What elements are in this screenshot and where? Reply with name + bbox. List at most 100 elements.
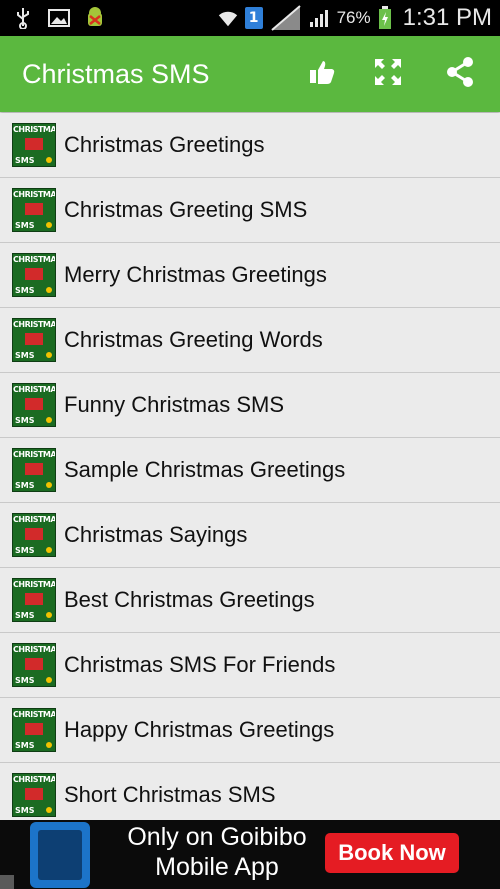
ad-headline: Only on Goibibo Mobile App (122, 822, 312, 882)
thumbnail-top-text: CHRISTMAS (13, 710, 56, 719)
christmas-sms-thumbnail-icon: CHRISTMAS SMS (12, 513, 56, 557)
thumbnail-top-text: CHRISTMAS (13, 385, 56, 394)
list-item[interactable]: CHRISTMAS SMS Christmas Greeting SMS (0, 178, 500, 243)
ornament-icon (46, 742, 52, 748)
thumbnail-top-text: CHRISTMAS (13, 515, 56, 524)
list-item-label: Happy Christmas Greetings (64, 717, 335, 742)
list-item-label: Merry Christmas Greetings (64, 262, 327, 287)
ad-banner[interactable]: Only on Goibibo Mobile App Book Now (0, 820, 500, 889)
thumbs-up-icon (308, 58, 336, 90)
ornament-icon (46, 417, 52, 423)
envelope-icon (25, 398, 43, 410)
christmas-sms-thumbnail-icon: CHRISTMAS SMS (12, 448, 56, 492)
christmas-sms-thumbnail-icon: CHRISTMAS SMS (12, 253, 56, 297)
list-item-label: Sample Christmas Greetings (64, 457, 346, 482)
list-item[interactable]: CHRISTMAS SMS Funny Christmas SMS (0, 373, 500, 438)
christmas-sms-thumbnail-icon: CHRISTMAS SMS (12, 643, 56, 687)
thumbnail-bottom-text: SMS (15, 416, 35, 425)
list-item-label: Best Christmas Greetings (64, 587, 315, 612)
thumbnail-bottom-text: SMS (15, 481, 35, 490)
christmas-sms-thumbnail-icon: CHRISTMAS SMS (12, 383, 56, 427)
clock: 1:31 PM (402, 4, 492, 31)
thumbnail-top-text: CHRISTMAS (13, 255, 56, 264)
sim-icon: 1 (244, 7, 263, 29)
status-bar: 1 76% 1:31 PM (0, 0, 500, 36)
thumbnail-top-text: CHRISTMAS (13, 190, 56, 199)
envelope-icon (25, 788, 43, 800)
thumbnail-top-text: CHRISTMAS (13, 645, 56, 654)
sms-category-list: CHRISTMASSMSChristmas GreetingsCHRISTMAS… (0, 113, 500, 828)
ornament-icon (46, 807, 52, 813)
christmas-sms-thumbnail-icon: CHRISTMAS SMS (12, 578, 56, 622)
envelope-icon (25, 463, 43, 475)
envelope-icon (25, 723, 43, 735)
list-item[interactable]: CHRISTMAS SMS Christmas SMS For Friends (0, 633, 500, 698)
thumbnail-bottom-text: SMS (15, 806, 35, 815)
thumbnail-bottom-text: SMS (15, 676, 35, 685)
list-item-label: Christmas Greeting Words (64, 327, 323, 352)
ad-line-2: Mobile App (155, 853, 279, 881)
list-item[interactable]: CHRISTMAS SMS Merry Christmas Greetings (0, 243, 500, 308)
share-icon (444, 56, 476, 92)
envelope-icon (25, 333, 43, 345)
envelope-icon (25, 658, 43, 670)
list-item[interactable]: CHRISTMAS SMS Best Christmas Greetings (0, 568, 500, 633)
ornament-icon (46, 157, 52, 163)
list-item-label: Christmas Greeting SMS (64, 197, 308, 222)
envelope-icon (25, 203, 43, 215)
ornament-icon (46, 482, 52, 488)
thumbnail-bottom-text: SMS (15, 741, 35, 750)
list-item[interactable]: CHRISTMAS SMS Happy Christmas Greetings (0, 698, 500, 763)
thumbnail-top-text: CHRISTMAS (13, 450, 56, 459)
no-signal-icon (269, 5, 303, 31)
fullscreen-button[interactable] (368, 54, 408, 94)
christmas-sms-thumbnail-icon: CHRISTMAS SMS (12, 123, 56, 167)
list-item[interactable]: CHRISTMAS SMS Christmas Sayings (0, 503, 500, 568)
fullscreen-icon (373, 57, 403, 91)
phone-image (30, 822, 90, 888)
envelope-icon (25, 528, 43, 540)
list-item-label: Christmas Greetings (64, 132, 265, 157)
list-item[interactable]: CHRISTMAS SMS Christmas Greeting Words (0, 308, 500, 373)
christmas-sms-thumbnail-icon: CHRISTMAS SMS (12, 188, 56, 232)
ornament-icon (46, 547, 52, 553)
ad-corner-marker (0, 875, 14, 889)
ornament-icon (46, 677, 52, 683)
thumbnail-bottom-text: SMS (15, 351, 35, 360)
thumbnail-bottom-text: SMS (15, 611, 35, 620)
thumbnail-top-text: CHRISTMAS (13, 125, 56, 134)
list-item-label: Short Christmas SMS (64, 782, 276, 807)
list-item[interactable]: CHRISTMAS SMS Short Christmas SMS (0, 763, 500, 828)
thumbnail-bottom-text: SMS (15, 286, 35, 295)
list-item[interactable]: CHRISTMAS SMS Sample Christmas Greetings (0, 438, 500, 503)
thumbnail-bottom-text: SMS (15, 546, 35, 555)
battery-percent: 76% (336, 8, 371, 27)
christmas-sms-thumbnail-icon: CHRISTMAS SMS (12, 773, 56, 817)
thumbnail-top-text: CHRISTMAS (13, 775, 56, 784)
book-now-button[interactable]: Book Now (325, 833, 459, 873)
ornament-icon (46, 612, 52, 618)
thumbnail-bottom-text: SMS (15, 221, 35, 230)
list-item-label: Funny Christmas SMS (64, 392, 285, 417)
usb-icon (12, 7, 34, 29)
thumbnail-bottom-text: SMS (15, 156, 35, 165)
ornament-icon (46, 352, 52, 358)
action-bar: Christmas SMS (0, 36, 500, 112)
thumbnail-top-text: CHRISTMAS (13, 320, 56, 329)
list-item[interactable]: CHRISTMAS SMS Christmas Greetings (0, 113, 500, 178)
list-item-label: Christmas SMS For Friends (64, 652, 336, 677)
ornament-icon (46, 222, 52, 228)
envelope-icon (25, 268, 43, 280)
list-item-label: Christmas Sayings (64, 522, 248, 547)
thumbnail-top-text: CHRISTMAS (13, 580, 56, 589)
app-title: Christmas SMS (22, 59, 210, 89)
signal-icon (309, 7, 331, 29)
like-button[interactable] (302, 54, 342, 94)
share-button[interactable] (440, 54, 480, 94)
image-icon (48, 7, 70, 29)
battery-charging-icon (377, 6, 393, 29)
ornament-icon (46, 287, 52, 293)
envelope-icon (25, 138, 43, 150)
christmas-sms-thumbnail-icon: CHRISTMAS SMS (12, 708, 56, 752)
ad-line-1: Only on Goibibo (127, 823, 307, 851)
